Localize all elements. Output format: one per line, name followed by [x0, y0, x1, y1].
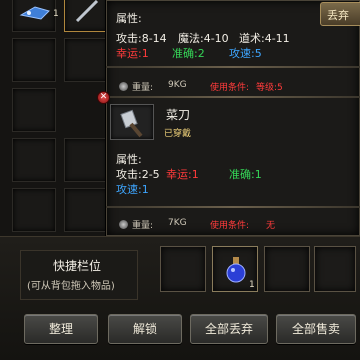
luck-stat: 幸运:1 — [116, 47, 149, 60]
attack-stat: 攻击:8-14 — [116, 32, 167, 45]
attributes-header: 属性: — [116, 153, 142, 166]
quickbar-title: 快捷栏位 — [53, 259, 102, 273]
quick-slot-1[interactable] — [160, 246, 206, 292]
speed-stat: 攻速:1 — [116, 183, 149, 196]
quick-slot-3[interactable] — [264, 246, 310, 292]
sell-all-button[interactable]: 全部售卖 — [276, 314, 356, 344]
accuracy-stat: 准确:2 — [172, 47, 205, 60]
equipped-status: 已穿戴 — [164, 129, 192, 139]
inventory-slot-selected[interactable] — [64, 0, 108, 32]
item-name: 菜刀 — [166, 108, 191, 122]
inventory-slot[interactable] — [12, 88, 56, 132]
inventory-slot[interactable] — [64, 138, 108, 182]
magic-stat: 魔法:4-10 — [178, 32, 229, 45]
use-condition-value: 等级:5 — [256, 83, 283, 93]
use-condition-label: 使用条件: — [210, 83, 250, 93]
weight-icon — [119, 220, 128, 229]
quick-slot-4[interactable] — [314, 246, 356, 292]
divider — [106, 206, 360, 208]
weight-value: 7KG — [168, 218, 187, 228]
equipped-item-slot — [110, 104, 154, 140]
weight-value: 9KG — [168, 80, 187, 90]
divider — [106, 66, 360, 68]
weight-label: 重量: — [132, 221, 154, 231]
potion-qty: 1 — [249, 280, 255, 290]
weight-icon — [119, 82, 128, 91]
quick-slot-2[interactable]: 1 — [212, 246, 258, 292]
use-condition-value: 无 — [266, 221, 276, 231]
discard-button[interactable]: 丢弃 — [320, 2, 360, 26]
item-qty: 1 — [53, 9, 59, 19]
close-icon[interactable]: ✕ — [97, 91, 110, 104]
quickbar-hint: (可从背包拖入物品) — [27, 281, 115, 292]
inventory-slot[interactable] — [12, 38, 56, 82]
potion-icon — [226, 257, 246, 283]
divider — [106, 96, 360, 98]
inventory-slot[interactable] — [64, 38, 108, 82]
inventory-slot[interactable]: 1 — [12, 0, 59, 32]
accuracy-stat: 准确:1 — [229, 168, 262, 181]
tao-stat: 道术:4-11 — [239, 32, 290, 45]
speed-stat: 攻速:5 — [229, 47, 262, 60]
attributes-header: 属性: — [116, 12, 142, 25]
weight-label: 重量: — [132, 83, 154, 93]
inventory-slot[interactable] — [12, 138, 56, 182]
knife-item-icon — [75, 0, 99, 23]
unlock-button[interactable]: 解锁 — [108, 314, 182, 344]
attack-stat: 攻击:2-5 — [116, 168, 160, 181]
inventory-grid: 1 — [0, 0, 110, 240]
discard-all-button[interactable]: 全部丢弃 — [190, 314, 268, 344]
inventory-slot[interactable] — [12, 188, 56, 232]
luck-stat: 幸运:1 — [166, 168, 199, 181]
cleaver-icon — [120, 109, 143, 138]
discard-label: 丢弃 — [327, 9, 349, 22]
use-condition-label: 使用条件: — [210, 221, 250, 231]
inventory-slot[interactable] — [64, 188, 108, 232]
quickbar-label-box: 快捷栏位 (可从背包拖入物品) — [20, 250, 138, 300]
fish-item-icon — [19, 6, 50, 20]
organize-button[interactable]: 整理 — [24, 314, 98, 344]
